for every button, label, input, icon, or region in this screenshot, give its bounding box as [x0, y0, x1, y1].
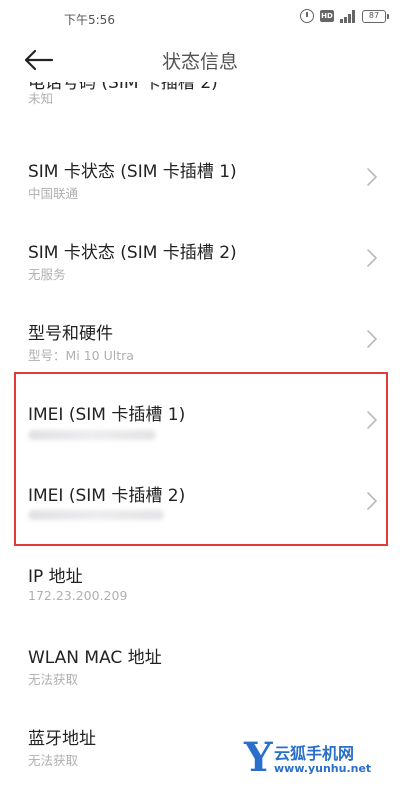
item-subtitle: 无法获取 [28, 753, 79, 768]
blurred-imei-value [28, 510, 164, 520]
battery-icon: 87 [362, 9, 389, 23]
chevron-right-icon [367, 249, 377, 267]
list-item-imei-2[interactable]: IMEI (SIM 卡插槽 2) [0, 464, 400, 544]
status-time: 下午5:56 [64, 13, 115, 27]
item-title: SIM 卡状态 (SIM 卡插槽 1) [28, 162, 237, 182]
hd-icon: HD [320, 10, 334, 22]
chevron-right-icon [367, 411, 377, 429]
list-item-sim-status-2[interactable]: SIM 卡状态 (SIM 卡插槽 2) 无服务 [0, 221, 400, 301]
header: 状态信息 [0, 38, 400, 82]
item-subtitle: 无服务 [28, 267, 66, 282]
list-item-imei-1[interactable]: IMEI (SIM 卡插槽 1) [0, 383, 400, 463]
chevron-right-icon [367, 168, 377, 186]
status-bar: 下午5:56 HD 87 [0, 0, 400, 36]
list-item-wlan-mac[interactable]: WLAN MAC 地址 无法获取 [0, 626, 400, 706]
item-title: SIM 卡状态 (SIM 卡插槽 2) [28, 243, 237, 263]
watermark-letter: Y [244, 734, 273, 781]
blurred-imei-value [28, 430, 156, 440]
list-item-model-hardware[interactable]: 型号和硬件 型号：Mi 10 Ultra [0, 302, 400, 382]
item-subtitle: 未知 [28, 91, 54, 106]
settings-list[interactable]: 电话号码 (SIM 卡插槽 2) 未知 SIM 卡状态 (SIM 卡插槽 1) … [0, 82, 400, 797]
item-title: IMEI (SIM 卡插槽 1) [28, 405, 186, 425]
chevron-right-icon [367, 330, 377, 348]
item-title: 电话号码 (SIM 卡插槽 2) [28, 82, 218, 93]
item-title: 蓝牙地址 [28, 729, 96, 749]
item-subtitle: 中国联通 [28, 186, 79, 201]
watermark-logo: Y 云狐手机网 www.yunhu.net [244, 736, 394, 784]
status-icons: HD 87 [300, 9, 389, 23]
chevron-right-icon [367, 492, 377, 510]
item-title: IMEI (SIM 卡插槽 2) [28, 486, 186, 506]
list-item-ip-address[interactable]: IP 地址 172.23.200.209 [0, 545, 400, 625]
watermark-name: 云狐手机网 [274, 744, 355, 763]
list-item-phone-number-sim2[interactable]: 电话号码 (SIM 卡插槽 2) 未知 [0, 82, 400, 148]
item-title: WLAN MAC 地址 [28, 648, 162, 668]
item-subtitle: 型号：Mi 10 Ultra [28, 348, 134, 363]
alarm-icon [300, 9, 314, 23]
item-title: IP 地址 [28, 567, 83, 587]
signal-icon [340, 9, 356, 23]
list-item-sim-status-1[interactable]: SIM 卡状态 (SIM 卡插槽 1) 中国联通 [0, 140, 400, 220]
watermark-url: www.yunhu.net [274, 762, 372, 775]
item-subtitle: 无法获取 [28, 672, 79, 687]
page-title: 状态信息 [161, 51, 238, 73]
item-subtitle: 172.23.200.209 [28, 588, 128, 603]
item-title: 型号和硬件 [28, 324, 113, 344]
